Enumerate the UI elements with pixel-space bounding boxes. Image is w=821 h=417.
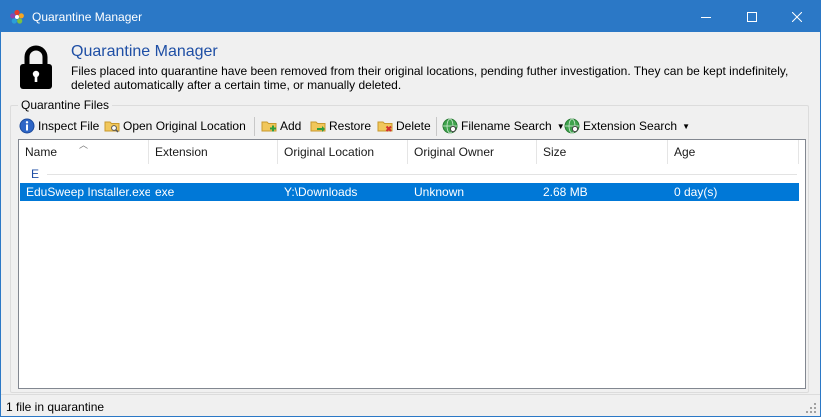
folder-search-icon: [104, 121, 120, 133]
list-group-header[interactable]: E: [31, 167, 39, 181]
sort-ascending-icon: ︿: [79, 140, 89, 150]
restore-button[interactable]: Restore: [310, 115, 371, 137]
close-button[interactable]: [774, 1, 820, 32]
group-label: Quarantine Files: [18, 98, 113, 112]
inspect-file-button[interactable]: Inspect File: [19, 115, 99, 137]
restore-label: Restore: [329, 119, 372, 133]
extension-search-label: Extension Search: [583, 119, 678, 133]
chevron-down-icon: ▼: [682, 121, 690, 131]
app-pinwheel-icon: [10, 9, 24, 24]
column-header-name-label: Name: [25, 145, 58, 159]
delete-label: Delete: [396, 119, 431, 133]
delete-button[interactable]: Delete: [377, 115, 431, 137]
column-header-original-location-label: Original Location: [284, 145, 375, 159]
title-bar[interactable]: Quarantine Manager: [1, 1, 820, 32]
folder-add-icon: [261, 121, 277, 132]
column-header-row: Name ︿ Extension Original Location Origi…: [19, 140, 805, 164]
maximize-icon: [747, 11, 757, 22]
cell-extension: exe: [155, 185, 175, 199]
add-button[interactable]: Add: [261, 115, 301, 137]
column-header-size[interactable]: Size: [537, 140, 668, 164]
info-icon: [19, 118, 35, 134]
open-original-location-label: Open Original Location: [123, 119, 246, 133]
column-header-age-label: Age: [674, 145, 696, 159]
column-header-age[interactable]: Age: [668, 140, 799, 164]
quarantine-list[interactable]: Name ︿ Extension Original Location Origi…: [18, 139, 806, 389]
lock-icon: [20, 45, 52, 89]
cell-original-location: Y:\Downloads: [284, 185, 358, 199]
quarantine-manager-window: Quarantine Manager Quarantine Manager Fi…: [0, 0, 821, 417]
filename-search-dropdown[interactable]: Filename Search ▼: [442, 115, 565, 137]
toolbar-separator: [254, 117, 255, 136]
inspect-file-label: Inspect File: [38, 119, 100, 133]
resize-grip-icon[interactable]: [806, 403, 817, 414]
cell-name: EduSweep Installer.exe: [26, 185, 150, 199]
column-header-size-label: Size: [543, 145, 567, 159]
filename-search-label: Filename Search: [461, 119, 552, 133]
minimize-button[interactable]: [683, 1, 729, 32]
cell-age: 0 day(s): [674, 185, 718, 199]
close-icon: [792, 11, 802, 22]
column-header-original-owner-label: Original Owner: [414, 145, 495, 159]
header-description: Files placed into quarantine have been r…: [71, 64, 789, 92]
toolbar-separator: [436, 117, 437, 136]
column-header-extension[interactable]: Extension: [149, 140, 278, 164]
cell-size: 2.68 MB: [543, 185, 588, 199]
globe-search-icon: [564, 118, 580, 134]
list-group-divider: [47, 174, 797, 175]
column-header-original-owner[interactable]: Original Owner: [408, 140, 537, 164]
minimize-icon: [701, 16, 711, 18]
status-bar: 1 file in quarantine: [1, 394, 820, 416]
status-text: 1 file in quarantine: [6, 400, 105, 414]
open-original-location-button[interactable]: Open Original Location: [104, 115, 246, 137]
folder-delete-icon: [377, 121, 393, 132]
globe-search-icon: [442, 118, 458, 134]
add-label: Add: [280, 119, 302, 133]
folder-restore-icon: [310, 121, 326, 132]
column-header-name[interactable]: Name ︿: [19, 140, 149, 164]
table-row[interactable]: EduSweep Installer.exe exe Y:\Downloads …: [20, 183, 799, 201]
column-header-original-location[interactable]: Original Location: [278, 140, 408, 164]
extension-search-dropdown[interactable]: Extension Search ▼: [564, 115, 690, 137]
column-header-extension-label: Extension: [155, 145, 208, 159]
maximize-button[interactable]: [729, 1, 775, 32]
window-title: Quarantine Manager: [32, 10, 143, 24]
cell-original-owner: Unknown: [414, 185, 465, 199]
header-title: Quarantine Manager: [71, 43, 218, 60]
